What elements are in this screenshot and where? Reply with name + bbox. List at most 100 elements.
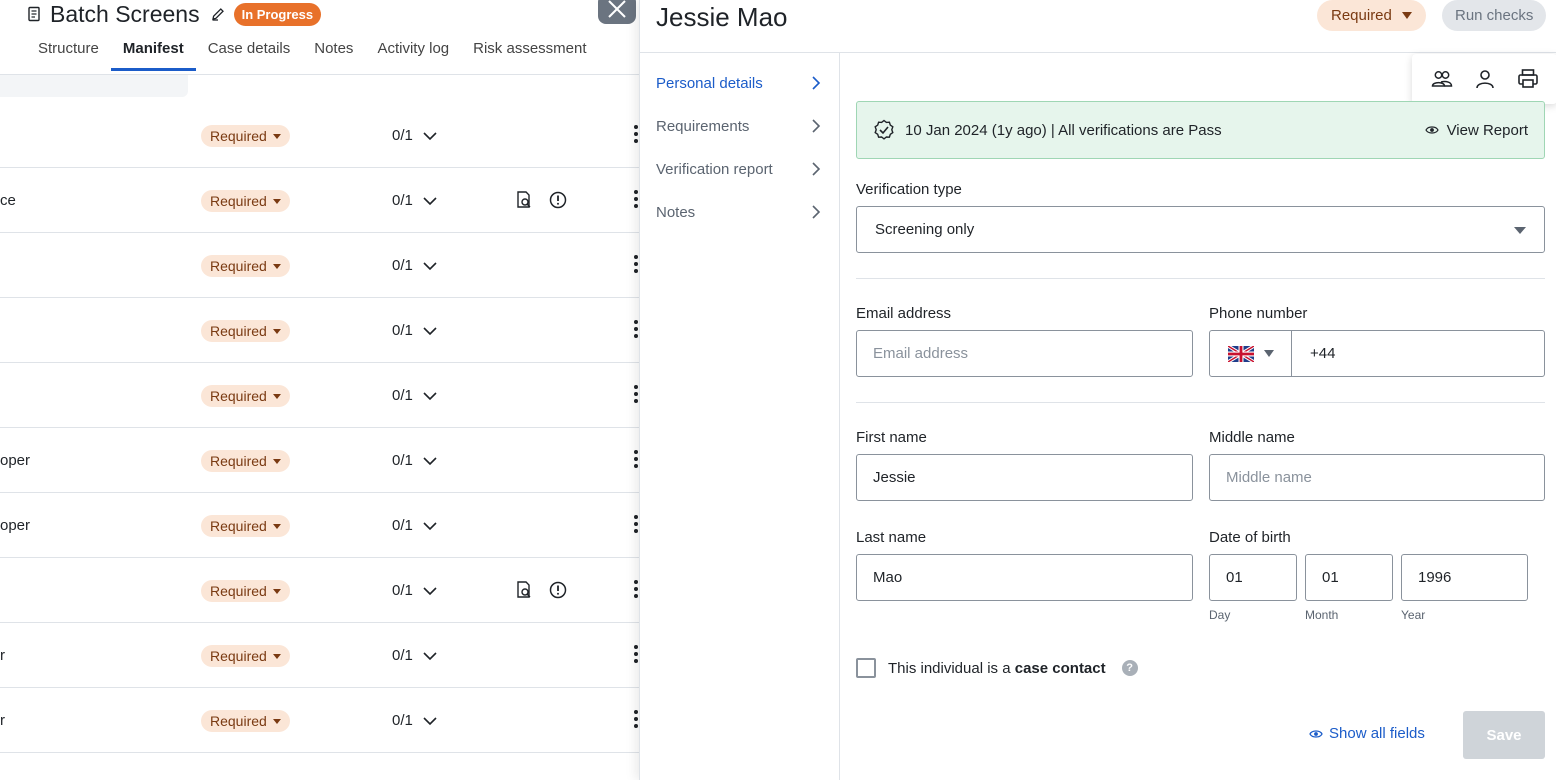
nav-requirements[interactable]: Requirements	[656, 114, 822, 138]
table-row[interactable]: oper Required 0/1	[0, 428, 640, 493]
caret-down-icon	[272, 133, 281, 139]
table-row[interactable]: Required 0/1	[0, 363, 640, 428]
row-count-toggle[interactable]: 0/1	[392, 322, 437, 339]
caret-down-icon	[272, 328, 281, 334]
table-row[interactable]: oper Required 0/1	[0, 493, 640, 558]
alert-circle-icon[interactable]	[548, 190, 568, 210]
chevron-down-icon	[423, 261, 437, 270]
people-icon[interactable]	[1430, 67, 1454, 91]
dob-label: Date of birth	[1209, 529, 1291, 546]
phone-input[interactable]: +44	[1292, 345, 1335, 362]
page-tabs: Structure Manifest Case details Notes Ac…	[26, 40, 599, 71]
row-count-toggle[interactable]: 0/1	[392, 712, 437, 729]
tab-case-details[interactable]: Case details	[196, 40, 303, 71]
row-name: r	[0, 712, 5, 729]
country-code-select[interactable]	[1210, 331, 1292, 376]
row-status-label: Required	[210, 258, 267, 274]
email-placeholder: Email address	[873, 345, 969, 362]
drawer-header: Jessie Mao Required Run checks	[640, 0, 1556, 53]
dob-year-field[interactable]: 1996	[1401, 554, 1528, 601]
row-count-toggle[interactable]: 0/1	[392, 452, 437, 469]
close-icon	[608, 0, 626, 18]
row-status-dropdown[interactable]: Required	[201, 710, 290, 732]
caret-down-icon	[272, 523, 281, 529]
verification-type-select[interactable]: Screening only	[856, 206, 1545, 253]
first-name-field[interactable]: Jessie	[856, 454, 1193, 501]
table-row[interactable]: Required 0/1	[0, 233, 640, 298]
section-divider	[856, 278, 1545, 279]
tab-structure[interactable]: Structure	[26, 40, 111, 71]
pencil-icon[interactable]	[210, 6, 226, 22]
row-count: 0/1	[392, 192, 413, 209]
save-button[interactable]: Save	[1463, 711, 1545, 759]
row-status-label: Required	[210, 388, 267, 404]
row-name: oper	[0, 452, 31, 469]
row-status-dropdown[interactable]: Required	[201, 190, 290, 212]
alert-circle-icon[interactable]	[548, 580, 568, 600]
row-status-dropdown[interactable]: Required	[201, 255, 290, 277]
row-status-dropdown[interactable]: Required	[201, 385, 290, 407]
last-name-value: Mao	[873, 569, 903, 586]
row-status-dropdown[interactable]: Required	[201, 320, 290, 342]
table-row[interactable]: r Required 0/1	[0, 623, 640, 688]
row-status-dropdown[interactable]: Required	[201, 645, 290, 667]
case-contact-row: This individual is a case contact ?	[856, 658, 1138, 678]
row-status-label: Required	[210, 648, 267, 664]
report-search-icon[interactable]	[514, 190, 534, 210]
row-status-dropdown[interactable]: Required	[201, 580, 290, 602]
row-count: 0/1	[392, 712, 413, 729]
caret-down-icon	[272, 588, 281, 594]
nav-label: Notes	[656, 203, 696, 221]
chevron-right-icon	[812, 76, 821, 90]
row-count-toggle[interactable]: 0/1	[392, 257, 437, 274]
caret-down-icon	[272, 198, 281, 204]
case-contact-checkbox[interactable]	[856, 658, 876, 678]
middle-name-field[interactable]: Middle name	[1209, 454, 1545, 501]
row-count-toggle[interactable]: 0/1	[392, 647, 437, 664]
row-count-toggle[interactable]: 0/1	[392, 127, 437, 144]
tab-notes[interactable]: Notes	[302, 40, 365, 71]
run-checks-button[interactable]: Run checks	[1442, 0, 1547, 31]
row-icons	[514, 580, 568, 600]
chevron-down-icon	[423, 456, 437, 465]
row-count: 0/1	[392, 582, 413, 599]
help-icon[interactable]: ?	[1121, 660, 1138, 676]
row-count-toggle[interactable]: 0/1	[392, 387, 437, 404]
tab-activity-log[interactable]: Activity log	[365, 40, 461, 71]
table-row[interactable]: Required 0/1	[0, 558, 640, 623]
printer-icon[interactable]	[1516, 67, 1540, 91]
row-status-dropdown[interactable]: Required	[201, 515, 290, 537]
row-status-dropdown[interactable]: Required	[201, 125, 290, 147]
verification-type-label: Verification type	[856, 181, 962, 198]
dob-day-field[interactable]: 01	[1209, 554, 1297, 601]
row-count-toggle[interactable]: 0/1	[392, 582, 437, 599]
chevron-right-icon	[812, 119, 821, 133]
table-row[interactable]: ce Required 0/1	[0, 168, 640, 233]
nav-verification-report[interactable]: Verification report	[656, 157, 822, 181]
table-row[interactable]: Required 0/1	[0, 103, 640, 168]
row-status-label: Required	[210, 583, 267, 599]
tab-risk-assessment[interactable]: Risk assessment	[461, 40, 598, 71]
show-all-fields-link[interactable]: Show all fields	[1309, 725, 1425, 742]
report-search-icon[interactable]	[514, 580, 534, 600]
case-contact-label-prefix: This individual is a	[888, 659, 1015, 677]
view-report-link[interactable]: View Report	[1424, 121, 1528, 139]
person-icon[interactable]	[1473, 67, 1497, 91]
chevron-down-icon	[423, 196, 437, 205]
row-count-toggle[interactable]: 0/1	[392, 517, 437, 534]
email-field[interactable]: Email address	[856, 330, 1193, 377]
nav-notes[interactable]: Notes	[656, 200, 822, 224]
row-status-dropdown[interactable]: Required	[201, 450, 290, 472]
phone-field: +44	[1209, 330, 1545, 377]
dob-month-field[interactable]: 01	[1305, 554, 1393, 601]
close-drawer-button[interactable]	[598, 0, 636, 24]
view-report-label: View Report	[1446, 121, 1528, 139]
row-count-toggle[interactable]: 0/1	[392, 192, 437, 209]
row-status-label: Required	[210, 713, 267, 729]
last-name-field[interactable]: Mao	[856, 554, 1193, 601]
tab-manifest[interactable]: Manifest	[110, 40, 196, 71]
table-row[interactable]: r Required 0/1	[0, 688, 640, 753]
table-row[interactable]: Required 0/1	[0, 298, 640, 363]
nav-personal-details[interactable]: Personal details	[656, 71, 822, 95]
status-dropdown[interactable]: Required	[1317, 0, 1426, 31]
